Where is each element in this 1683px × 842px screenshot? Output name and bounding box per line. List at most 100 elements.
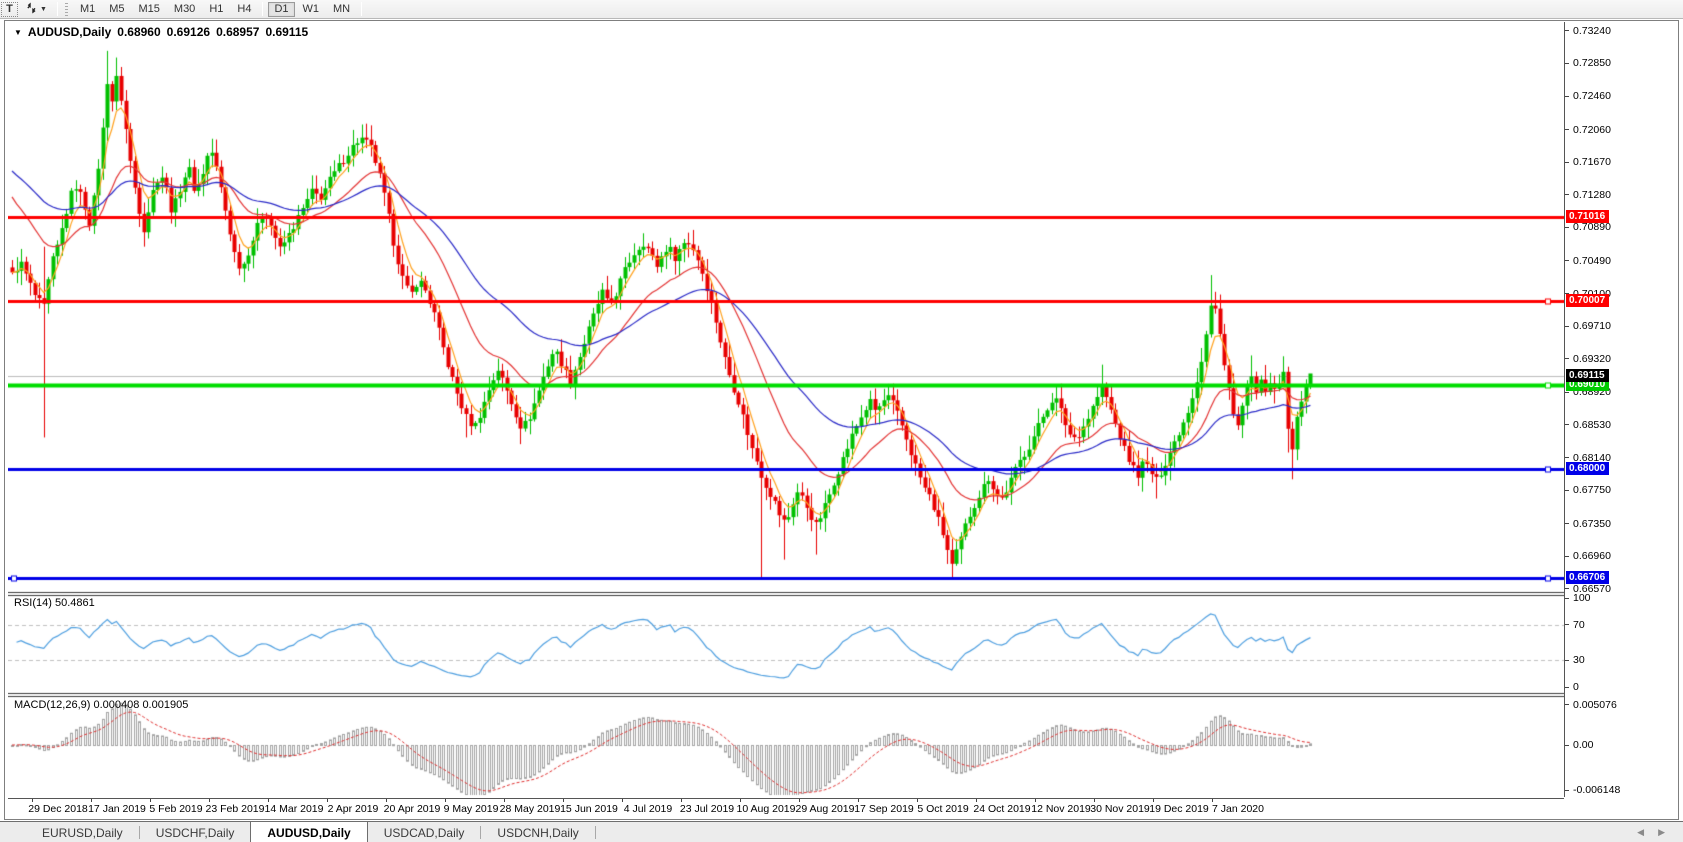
price-axis-label: 0.66960: [1573, 550, 1611, 562]
date-axis-label: 15 Jun 2019: [560, 803, 618, 815]
date-axis-tick: [327, 799, 328, 802]
macd-axis-label: 0.005076: [1573, 699, 1617, 711]
timeframe-button-m30[interactable]: M30: [168, 2, 201, 17]
date-axis-label: 10 Aug 2019: [737, 803, 796, 815]
date-axis-label: 23 Feb 2019: [206, 803, 265, 815]
chart-tab-audusd[interactable]: AUDUSD,Daily: [250, 821, 367, 842]
tab-separator: [595, 826, 596, 839]
toolbar-separator: [57, 2, 58, 16]
timeframe-button-m5[interactable]: M5: [103, 2, 130, 17]
price-axis-label: 0.72460: [1573, 90, 1611, 102]
price-axis-label: 0.70890: [1573, 221, 1611, 233]
price-axis-tick: [1565, 30, 1569, 31]
date-axis-tick: [563, 799, 564, 802]
chart-title: ▼ AUDUSD,Daily 0.68960 0.69126 0.68957 0…: [14, 25, 308, 39]
price-tag-0.69115: 0.69115: [1566, 369, 1609, 382]
timeframe-button-m15[interactable]: M15: [133, 2, 166, 17]
date-axis-label: 9 May 2019: [444, 803, 499, 815]
price-axis-tick: [1565, 523, 1569, 524]
chart-layout-button[interactable]: ▼: [20, 2, 52, 17]
ohlc-high: 0.69126: [167, 25, 210, 39]
chart-canvas[interactable]: [8, 22, 1564, 796]
tab-scroll-arrows: ◀ ▶: [1637, 827, 1665, 838]
price-axis-tick: [1565, 490, 1569, 491]
rsi-axis-tick: [1565, 598, 1569, 599]
date-axis-label: 19 Dec 2019: [1149, 803, 1209, 815]
price-axis-tick: [1565, 358, 1569, 359]
date-axis-tick: [799, 799, 800, 802]
price-axis-tick: [1565, 424, 1569, 425]
date-axis-tick: [268, 799, 269, 802]
date-axis-tick: [1035, 799, 1036, 802]
price-axis-tick: [1565, 227, 1569, 228]
price-axis-tick: [1565, 194, 1569, 195]
price-axis-tick: [1565, 96, 1569, 97]
date-axis-label: 23 Jul 2019: [680, 803, 734, 815]
date-axis-tick: [91, 799, 92, 802]
macd-axis-label: -0.006148: [1573, 784, 1620, 796]
date-axis-tick: [1094, 799, 1095, 802]
timeframe-button-mn[interactable]: MN: [327, 2, 356, 17]
price-axis-tick: [1565, 326, 1569, 327]
rsi-value: 50.4861: [55, 597, 95, 609]
date-axis-label: 12 Nov 2019: [1031, 803, 1091, 815]
text-tool-button[interactable]: T: [1, 2, 18, 17]
price-axis-label: 0.71280: [1573, 189, 1611, 201]
price-axis-tick: [1565, 63, 1569, 64]
rsi-axis-tick: [1565, 687, 1569, 688]
macd-name: MACD(12,26,9): [14, 699, 90, 711]
date-axis-label: 24 Oct 2019: [973, 803, 1030, 815]
chart-tab-eurusd[interactable]: EURUSD,Daily: [26, 822, 139, 842]
chart-window: ▼ AUDUSD,Daily 0.68960 0.69126 0.68957 0…: [4, 20, 1679, 820]
price-axis: 0.732400.728500.724600.720600.716700.712…: [1564, 22, 1678, 797]
macd-axis-tick: [1565, 790, 1569, 791]
chevron-down-icon: ▼: [40, 6, 47, 13]
timeframe-button-h4[interactable]: H4: [231, 2, 257, 17]
macd-signal-value: 0.001905: [142, 699, 188, 711]
date-axis-label: 17 Sep 2019: [854, 803, 914, 815]
price-axis-label: 0.72850: [1573, 57, 1611, 69]
macd-axis-tick: [1565, 704, 1569, 705]
timeframe-button-d1[interactable]: D1: [268, 2, 294, 17]
rsi-axis-label: 0: [1573, 681, 1579, 693]
price-axis-label: 0.69710: [1573, 320, 1611, 332]
price-axis-label: 0.72060: [1573, 124, 1611, 136]
chart-tab-usdcnh[interactable]: USDCNH,Daily: [481, 822, 594, 842]
price-axis-label: 0.67350: [1573, 518, 1611, 530]
price-axis-label: 0.68530: [1573, 419, 1611, 431]
chart-tab-usdcad[interactable]: USDCAD,Daily: [368, 822, 481, 842]
ohlc-open: 0.68960: [117, 25, 160, 39]
timeframe-button-m1[interactable]: M1: [74, 2, 101, 17]
date-axis-tick: [386, 799, 387, 802]
date-axis-tick: [1212, 799, 1213, 802]
one-click-arrow-icon[interactable]: ▼: [14, 28, 22, 37]
macd-axis-label: 0.00: [1573, 739, 1593, 751]
price-axis-label: 0.73240: [1573, 25, 1611, 37]
rsi-axis-tick: [1565, 660, 1569, 661]
date-axis-tick: [858, 799, 859, 802]
timeframe-toolbar: T ▼ M1M5M15M30H1H4 D1W1MN: [0, 0, 1683, 19]
date-axis-tick: [150, 799, 151, 802]
date-axis-tick: [445, 799, 446, 802]
date-axis-label: 5 Feb 2019: [149, 803, 202, 815]
timeframe-button-h1[interactable]: H1: [203, 2, 229, 17]
rsi-name: RSI(14): [14, 597, 52, 609]
scroll-tabs-right-icon[interactable]: ▶: [1658, 827, 1665, 838]
scroll-tabs-left-icon[interactable]: ◀: [1637, 827, 1644, 838]
rsi-axis-tick: [1565, 624, 1569, 625]
date-axis-label: 20 Apr 2019: [384, 803, 441, 815]
timeframe-button-w1[interactable]: W1: [297, 2, 326, 17]
price-tag-0.71016: 0.71016: [1566, 210, 1609, 223]
toolbar-separator: [262, 2, 263, 16]
date-axis-tick: [622, 799, 623, 802]
price-axis-tick: [1565, 392, 1569, 393]
chart-tab-usdchf[interactable]: USDCHF,Daily: [140, 822, 251, 842]
macd-axis-tick: [1565, 745, 1569, 746]
toolbar-grip: [65, 3, 68, 16]
date-axis-tick: [976, 799, 977, 802]
date-axis-label: 30 Nov 2019: [1090, 803, 1150, 815]
price-axis-label: 0.70490: [1573, 255, 1611, 267]
date-axis-tick: [32, 799, 33, 802]
ohlc-close: 0.69115: [265, 25, 308, 39]
price-tag-0.66706: 0.66706: [1566, 571, 1609, 584]
